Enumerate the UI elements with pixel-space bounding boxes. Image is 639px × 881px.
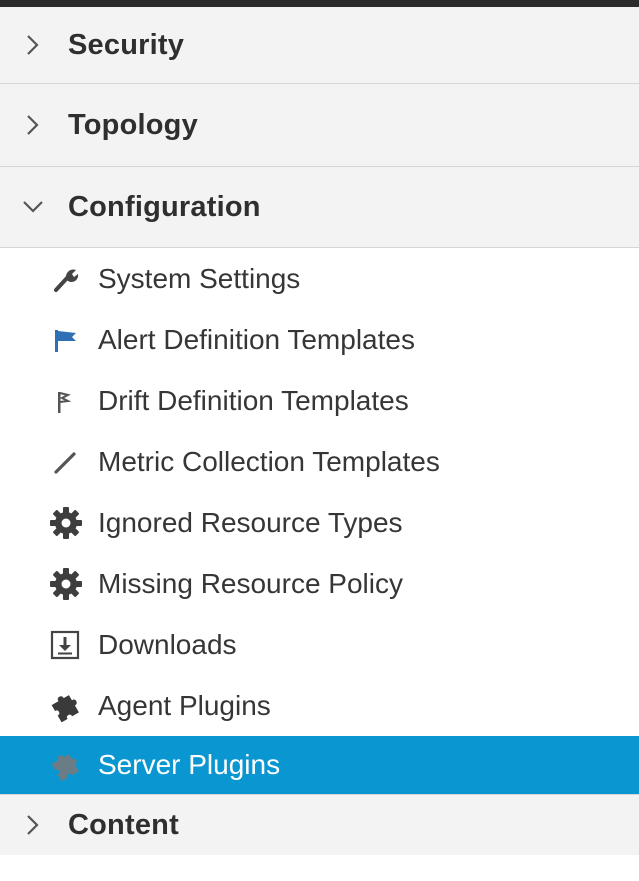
nav-item-label: Metric Collection Templates [98,445,440,477]
section-security-label: Security [68,28,185,61]
section-topology[interactable]: Topology [0,84,639,167]
nav-item-label: Alert Definition Templates [98,323,415,355]
nav-item-alert-definition-templates[interactable]: Alert Definition Templates [0,309,639,370]
gear-icon [48,564,96,604]
configuration-items: System Settings Alert Definition Templat… [0,248,639,794]
nav-item-system-settings[interactable]: System Settings [0,248,639,309]
section-configuration-label: Configuration [68,190,261,223]
nav-item-label: Server Plugins [98,749,281,780]
nav-item-label: Downloads [98,628,237,660]
nav-item-agent-plugins[interactable]: Agent Plugins [0,675,639,736]
chevron-right-icon [18,30,48,60]
nav-item-server-plugins[interactable]: Server Plugins [0,736,639,794]
nav-item-label: Drift Definition Templates [98,384,409,416]
nav-item-missing-resource-policy[interactable]: Missing Resource Policy [0,553,639,614]
nav-item-downloads[interactable]: Downloads [0,614,639,675]
section-content[interactable]: Content [0,794,639,855]
section-security[interactable]: Security [0,7,639,84]
nav-item-metric-collection-templates[interactable]: Metric Collection Templates [0,431,639,492]
nav-item-label: System Settings [98,262,301,294]
gear-icon [48,503,96,543]
chevron-right-icon [18,810,48,840]
top-border [0,0,639,7]
flag-icon [52,320,96,360]
navigation-panel: Security Topology Configuration System S… [0,0,639,881]
section-topology-label: Topology [68,108,198,141]
section-content-label: Content [68,808,179,841]
nav-item-ignored-resource-types[interactable]: Ignored Resource Types [0,492,639,553]
puzzle-icon [48,745,96,785]
download-icon [48,625,96,665]
chevron-down-icon [18,192,48,222]
drift-flag-icon [52,381,96,421]
nav-item-drift-definition-templates[interactable]: Drift Definition Templates [0,370,639,431]
wrench-icon [52,259,96,299]
chevron-right-icon [18,110,48,140]
nav-item-label: Ignored Resource Types [98,506,403,538]
nav-item-label: Agent Plugins [98,689,271,721]
pencil-icon [52,442,96,482]
section-configuration[interactable]: Configuration [0,167,639,248]
nav-item-label: Missing Resource Policy [98,567,403,599]
puzzle-icon [48,686,96,726]
